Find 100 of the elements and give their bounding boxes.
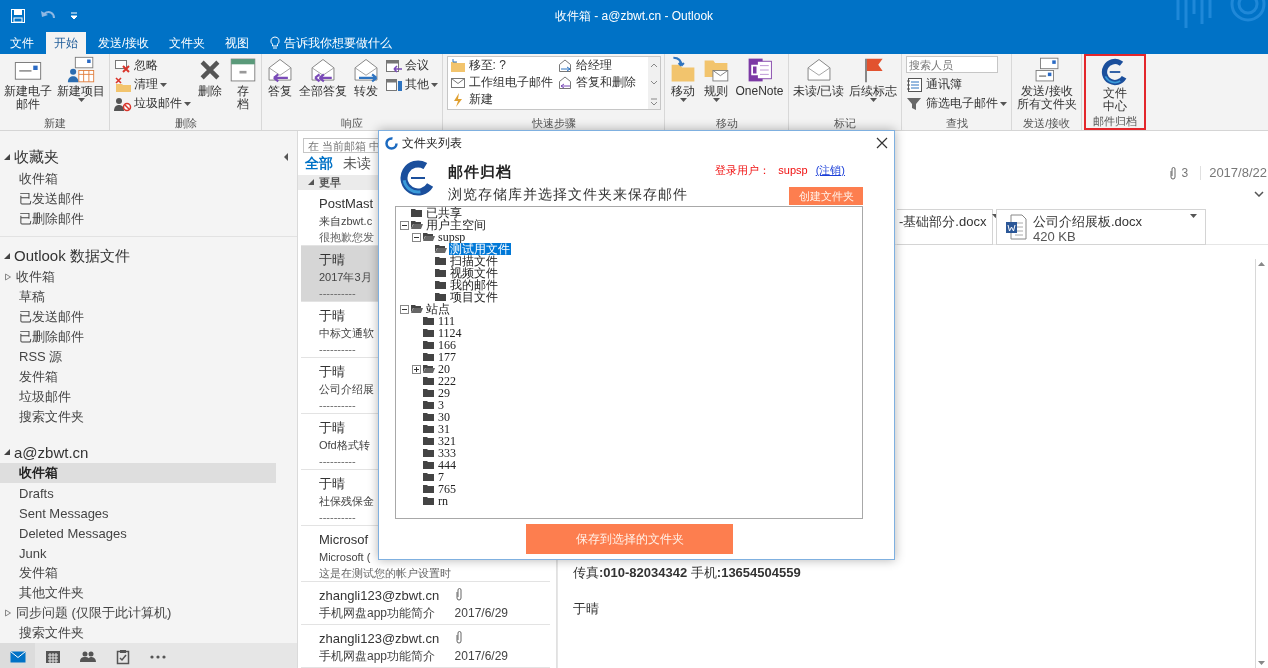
ribbon-button[interactable]: 清理 (112, 75, 169, 94)
expanded-triangle-icon[interactable] (3, 252, 11, 260)
quick-step-item[interactable]: 工作组电子邮件 (447, 74, 555, 91)
ribbon-button[interactable]: 答复 (264, 56, 296, 98)
folder-item[interactable]: 已发送邮件 (0, 307, 276, 327)
folder-item[interactable]: 发件箱 (0, 563, 276, 583)
ribbon-button[interactable]: 规则 (700, 56, 733, 102)
ribbon-button[interactable]: OneNote (733, 56, 786, 98)
ribbon-button[interactable]: 文件中心 (1099, 58, 1132, 113)
expanded-triangle-icon[interactable] (307, 178, 315, 187)
tell-me-field[interactable]: 告诉我你想要做什么 (284, 36, 405, 50)
quick-step-item[interactable]: 新建 (447, 91, 555, 108)
ribbon-button[interactable]: 转发 (350, 56, 382, 98)
folder-item[interactable]: 其他文件夹 (0, 583, 276, 603)
folder-item[interactable]: 已发送邮件 (0, 189, 276, 209)
tree-item[interactable]: 166 (437, 339, 457, 351)
close-icon[interactable] (876, 137, 888, 149)
minus-box-icon[interactable] (400, 220, 409, 230)
attachment-card[interactable]: -基础部分.docx (897, 209, 993, 245)
tree-item[interactable]: 333 (437, 447, 457, 459)
tree-item[interactable]: 站点 (425, 303, 451, 315)
folder-item[interactable]: 发件箱 (0, 367, 276, 387)
tree-item[interactable]: 7 (437, 471, 445, 483)
expanded-triangle-icon[interactable] (3, 153, 11, 161)
folder-item[interactable]: Deleted Messages (0, 523, 276, 543)
tree-item[interactable]: 用户主空间 (425, 219, 487, 231)
plus-box-icon[interactable] (412, 364, 421, 374)
tree-item[interactable]: rn (437, 495, 449, 507)
folder-item[interactable]: 垃圾邮件 (0, 387, 276, 407)
tree-item[interactable]: supsp (437, 231, 467, 243)
tree-item[interactable]: 321 (437, 435, 457, 447)
ribbon-tab[interactable]: 视图 (217, 32, 258, 54)
ribbon-button[interactable]: 垃圾邮件 (112, 94, 193, 113)
tree-item[interactable]: 111 (437, 315, 457, 327)
expand-arrow-icon[interactable] (3, 272, 13, 282)
section-header[interactable]: Outlook 数据文件 (14, 246, 130, 266)
tree-item[interactable]: 1124 (437, 327, 463, 339)
ribbon-button[interactable]: 其他 (383, 75, 440, 94)
ribbon-button[interactable]: 全部答复 (297, 56, 349, 98)
tree-item[interactable]: 30 (437, 411, 451, 423)
folder-item[interactable]: 已删除邮件 (0, 209, 276, 229)
ribbon-button[interactable]: 忽略 (112, 56, 160, 75)
quick-step-item[interactable]: 答复和删除 (554, 74, 648, 91)
scrollbar[interactable] (1255, 259, 1268, 668)
folder-item[interactable]: Junk (0, 543, 276, 563)
folder-item[interactable]: 搜索文件夹 (0, 407, 276, 427)
tree-item[interactable]: 测试用文件 (449, 243, 511, 255)
ribbon-button[interactable]: 未读/已读 (791, 56, 847, 98)
folder-item[interactable]: RSS 源 (0, 347, 276, 367)
ribbon-button[interactable]: 通讯簿 (904, 75, 965, 94)
folder-item[interactable]: 收件箱 (0, 267, 276, 287)
minus-box-icon[interactable] (400, 304, 409, 314)
tree-item[interactable]: 31 (437, 423, 451, 435)
tree-item[interactable]: 项目文件 (449, 291, 499, 303)
chevron-down-icon[interactable] (1254, 191, 1264, 197)
tree-item[interactable]: 177 (437, 351, 457, 363)
collapse-pane-icon[interactable] (283, 153, 289, 161)
minus-box-icon[interactable] (412, 232, 421, 242)
section-header[interactable]: 收藏夹 (14, 147, 59, 167)
save-icon[interactable] (10, 8, 26, 24)
tree-item[interactable]: 视频文件 (449, 267, 499, 279)
section-header[interactable]: a@zbwt.cn (14, 443, 89, 461)
tree-item[interactable]: 已共享 (425, 207, 463, 219)
quick-step-item[interactable]: 移至: ? (447, 57, 555, 74)
tree-item[interactable]: 20 (437, 363, 451, 375)
tree-item[interactable]: 765 (437, 483, 457, 495)
ribbon-button[interactable]: 筛选电子邮件 (904, 94, 1010, 113)
message-item[interactable]: zhangli123@zbwt.cn 手机网盘app功能简介 2017/6/29 (301, 625, 550, 668)
ribbon-button[interactable]: 发送/接收所有文件夹 (1014, 56, 1080, 111)
tree-item[interactable]: 222 (437, 375, 457, 387)
caret-icon[interactable] (1190, 214, 1197, 218)
ribbon-button[interactable]: 会议 (383, 56, 431, 75)
folder-item[interactable]: 已删除邮件 (0, 327, 276, 347)
folder-item[interactable]: Drafts (0, 483, 276, 503)
ribbon-tab[interactable]: 发送/接收 (90, 32, 158, 54)
tree-item[interactable]: 我的邮件 (449, 279, 499, 291)
expanded-triangle-icon[interactable] (3, 448, 11, 456)
ribbon-tab[interactable]: 文件夹 (161, 32, 214, 54)
gallery-scroll-icon[interactable] (647, 57, 660, 109)
quick-step-item[interactable]: 给经理 (554, 57, 648, 74)
tree-item[interactable]: 29 (437, 387, 451, 399)
filter-tab[interactable]: 全部 (305, 155, 333, 174)
mail-icon[interactable] (8, 648, 27, 666)
ribbon-button[interactable]: 存档 (227, 56, 259, 111)
tree-item[interactable]: 扫描文件 (449, 255, 499, 267)
tree-item[interactable]: 3 (437, 399, 445, 411)
calendar-icon[interactable] (43, 648, 62, 666)
ribbon-tab[interactable]: 开始 (46, 32, 86, 54)
folder-item[interactable]: 收件箱 (0, 463, 276, 483)
ribbon-tab[interactable]: 文件 (2, 32, 42, 54)
folder-item[interactable]: 草稿 (0, 287, 276, 307)
attachment-card[interactable]: 公司介绍展板.docx 420 KB (996, 209, 1206, 245)
folder-item[interactable]: 搜索文件夹 (0, 623, 276, 643)
ribbon-button[interactable]: 新建电子邮件 (2, 56, 54, 111)
customize-caret-icon[interactable] (70, 12, 78, 20)
ribbon-button[interactable]: 删除 (194, 56, 226, 98)
logout-link[interactable]: (注销) (815, 163, 845, 177)
ribbon-button[interactable]: 后续标志 (847, 56, 900, 102)
ribbon-button[interactable]: 移动 (667, 56, 700, 102)
tree-item[interactable]: 444 (437, 459, 457, 471)
